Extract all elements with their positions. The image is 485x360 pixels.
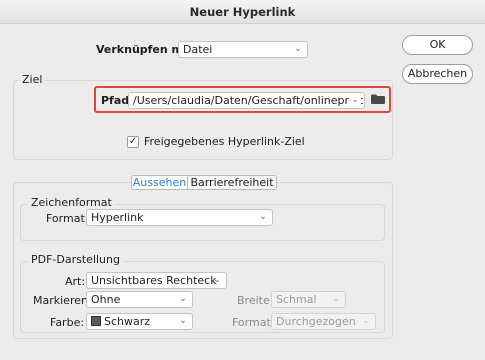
- shared-target-checkbox[interactable]: ✓: [127, 136, 139, 148]
- markieren-select[interactable]: Ohne ⌄: [86, 291, 193, 308]
- art-select[interactable]: Unsichtbares Rechteck ⌄: [86, 272, 227, 289]
- line-format-label: Format:: [232, 316, 275, 329]
- breite-select[interactable]: Schmal ⌄: [271, 291, 346, 308]
- farbe-value: Schwarz: [104, 315, 151, 328]
- chevron-down-icon: ⌄: [179, 316, 187, 326]
- breite-value: Schmal: [276, 293, 317, 306]
- art-value: Unsichtbares Rechteck: [91, 274, 217, 287]
- chevron-down-icon: ⌄: [294, 44, 302, 54]
- breite-label: Breite:: [237, 294, 274, 307]
- folder-icon[interactable]: [371, 94, 385, 107]
- cancel-button[interactable]: Abbrechen: [402, 64, 473, 84]
- color-swatch: [91, 316, 101, 326]
- tab-barrierefreiheit[interactable]: Barrierefreiheit: [187, 175, 277, 190]
- char-format-label: Format:: [46, 212, 89, 225]
- farbe-select[interactable]: Schwarz ⌄: [86, 313, 193, 330]
- path-value: /Users/claudia/Daten/Geschaft/onlineprin…: [133, 94, 365, 107]
- line-format-select[interactable]: Durchgezogen ⌄: [271, 313, 376, 330]
- line-format-value: Durchgezogen: [276, 315, 356, 328]
- chevron-down-icon: ⌄: [259, 212, 267, 222]
- ok-button[interactable]: OK: [402, 35, 473, 55]
- chevron-down-icon: ⌄: [332, 294, 340, 304]
- chevron-down-icon: ⌄: [213, 275, 221, 285]
- link-type-value: Datei: [183, 43, 213, 56]
- markieren-value: Ohne: [91, 293, 121, 306]
- char-format-value: Hyperlink: [91, 211, 144, 224]
- char-format-select[interactable]: Hyperlink ⌄: [86, 209, 273, 226]
- pdf-group-label: PDF-Darstellung: [28, 253, 123, 266]
- tab-aussehen[interactable]: Aussehen: [131, 175, 188, 190]
- farbe-label: Farbe:: [50, 316, 85, 329]
- chevron-down-icon: ⌄: [179, 294, 187, 304]
- ziel-group-label: Ziel: [19, 73, 46, 86]
- chevron-down-icon: ⌄: [349, 93, 361, 108]
- link-type-select[interactable]: Datei ⌄: [178, 41, 308, 58]
- zeichenformat-label: Zeichenformat: [28, 196, 115, 209]
- path-select[interactable]: /Users/claudia/Daten/Geschaft/onlineprin…: [128, 92, 365, 109]
- art-label: Art:: [65, 275, 86, 288]
- chevron-down-icon: ⌄: [362, 316, 370, 326]
- window-title: Neuer Hyperlink: [189, 5, 296, 19]
- shared-target-label: Freigegebenes Hyperlink-Ziel: [144, 135, 305, 148]
- markieren-label: Markieren:: [33, 294, 92, 307]
